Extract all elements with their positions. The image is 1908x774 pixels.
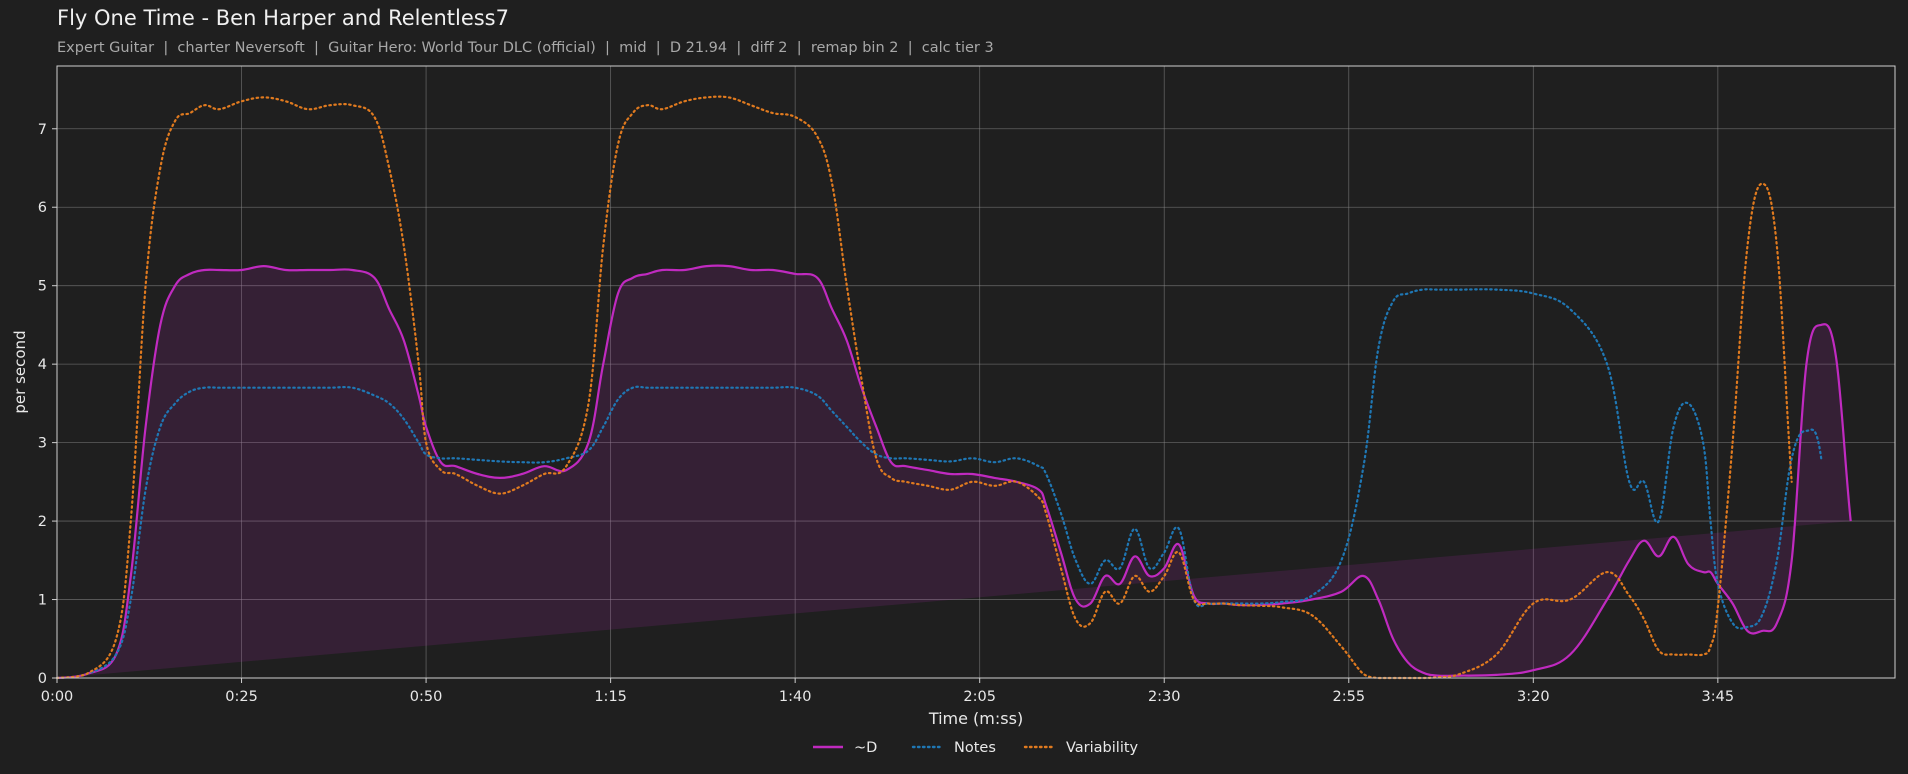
legend-label-variability: Variability [1066, 740, 1139, 756]
chart-svg: 0:00 0:25 0:50 1:15 1:40 2:05 2:30 2:55 3:20 3:45… [11, 65, 1896, 756]
series-d-area [57, 265, 1851, 678]
legend: ~D Notes Variability [813, 740, 1139, 756]
y-tick-label: 2 [38, 514, 47, 530]
d-area-fill [57, 265, 1851, 678]
x-tick-label: 2:30 [1148, 689, 1181, 705]
x-tick-label: 1:15 [594, 689, 627, 705]
x-tick-label: 0:00 [41, 689, 74, 705]
x-tick-label: 2:55 [1332, 689, 1365, 705]
y-tick-label: 4 [38, 357, 47, 373]
x-tick-label: 3:20 [1517, 689, 1550, 705]
legend-label-notes: Notes [954, 740, 996, 756]
y-axis-label: per second [11, 330, 29, 413]
y-tick-label: 7 [38, 122, 47, 138]
y-tick-label: 5 [38, 279, 47, 295]
x-tick-label: 1:40 [779, 689, 812, 705]
x-tick-label: 3:45 [1702, 689, 1735, 705]
y-tick-label: 6 [38, 200, 47, 216]
legend-label-d: ~D [854, 740, 877, 756]
y-tick-label: 1 [38, 593, 47, 609]
y-tick-label: 3 [38, 436, 47, 452]
x-tick-label: 0:50 [410, 689, 443, 705]
y-tick-label: 0 [38, 671, 47, 687]
x-axis-label: Time (m:ss) [928, 709, 1023, 728]
x-tick-label: 0:25 [225, 689, 258, 705]
x-tick-label: 2:05 [963, 689, 996, 705]
